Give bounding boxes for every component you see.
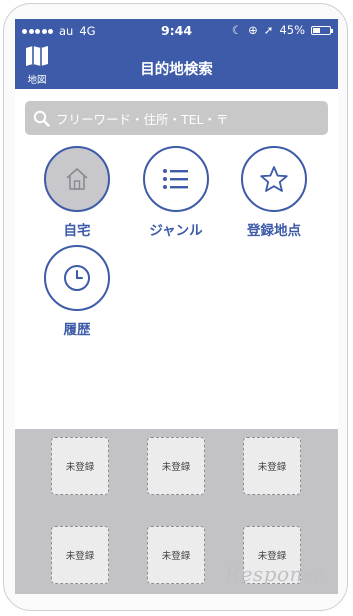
header-bar: au 4G 9:44 ☾ ⊕ ➚ 45% 地図 目的地検索 — [15, 19, 338, 89]
saved-places-circle — [241, 146, 307, 212]
page-title: 目的地検索 — [140, 62, 213, 78]
search-placeholder: フリーワード・住所・TEL・〒 — [56, 111, 229, 127]
search-icon — [33, 110, 50, 127]
moon-icon: ☾ — [231, 23, 243, 37]
register-slot-2[interactable]: 未登録 — [147, 437, 205, 495]
search-input[interactable]: フリーワード・住所・TEL・〒 — [25, 101, 328, 135]
home-circle — [44, 146, 110, 212]
location-arrow-icon: ➚ — [263, 23, 274, 37]
genre-label: ジャンル — [149, 223, 203, 239]
home-icon — [66, 168, 88, 190]
registration-slots-area: 未登録 未登録 未登録 未登録 未登録 未登録 Response — [15, 429, 338, 594]
list-icon — [163, 169, 188, 189]
history-button[interactable]: 履歴 — [37, 245, 117, 338]
register-slot-5[interactable]: 未登録 — [147, 526, 205, 584]
app-screen: au 4G 9:44 ☾ ⊕ ➚ 45% 地図 目的地検索 フリーワード・住所・… — [15, 19, 338, 594]
register-slot-3[interactable]: 未登録 — [243, 437, 301, 495]
genre-circle — [143, 146, 209, 212]
clock-icon — [64, 265, 90, 291]
watermark-logo: Response — [225, 562, 326, 586]
history-circle — [44, 245, 110, 311]
star-icon — [260, 166, 288, 192]
saved-places-label: 登録地点 — [247, 223, 301, 239]
saved-places-button[interactable]: 登録地点 — [234, 146, 314, 239]
home-label: 自宅 — [63, 223, 91, 239]
history-label: 履歴 — [63, 322, 91, 338]
battery-percent: 45% — [279, 23, 305, 37]
orientation-lock-icon: ⊕ — [248, 23, 258, 37]
status-bar: au 4G 9:44 ☾ ⊕ ➚ 45% — [15, 19, 338, 43]
battery-icon — [311, 25, 333, 35]
home-button[interactable]: 自宅 — [37, 146, 117, 239]
genre-button[interactable]: ジャンル — [136, 146, 216, 239]
register-slot-4[interactable]: 未登録 — [51, 526, 109, 584]
register-slot-1[interactable]: 未登録 — [51, 437, 109, 495]
